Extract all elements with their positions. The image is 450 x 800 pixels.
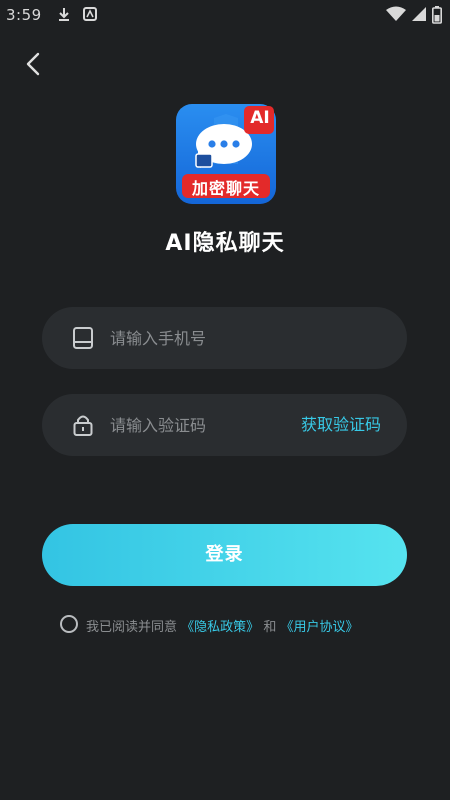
download-icon <box>56 6 72 26</box>
wifi-icon <box>386 6 406 26</box>
logo-badge-text: AI <box>250 108 270 128</box>
get-code-button[interactable]: 获取验证码 <box>301 394 381 456</box>
battery-icon <box>432 6 442 28</box>
back-button[interactable] <box>18 48 50 80</box>
status-bar: 3:59 <box>0 0 450 30</box>
phone-input[interactable] <box>110 307 380 369</box>
login-button[interactable]: 登录 <box>42 524 407 586</box>
phone-field <box>42 307 407 369</box>
user-agreement-link[interactable]: 《用户协议》 <box>280 616 358 635</box>
code-input[interactable] <box>110 394 320 456</box>
app-name: AI隐私聊天 <box>165 231 285 256</box>
tablet-icon <box>70 325 96 351</box>
chevron-left-icon <box>26 52 40 76</box>
agreement-conjunction: 和 <box>263 620 277 635</box>
agreement-text: 我已阅读并同意 《隐私政策》 和 《用户协议》 <box>86 616 358 635</box>
privacy-policy-link[interactable]: 《隐私政策》 <box>181 616 259 635</box>
signal-icon <box>412 6 426 26</box>
logo-banner-text: 加密聊天 <box>191 179 260 198</box>
code-field: 获取验证码 <box>42 394 407 456</box>
agreement-checkbox[interactable] <box>60 615 78 633</box>
notification-app-icon <box>82 6 98 26</box>
lock-icon <box>70 412 96 438</box>
app-logo: AI 加密聊天 <box>176 104 276 204</box>
agreement-prefix: 我已阅读并同意 <box>86 620 178 635</box>
status-time: 3:59 <box>6 6 42 24</box>
